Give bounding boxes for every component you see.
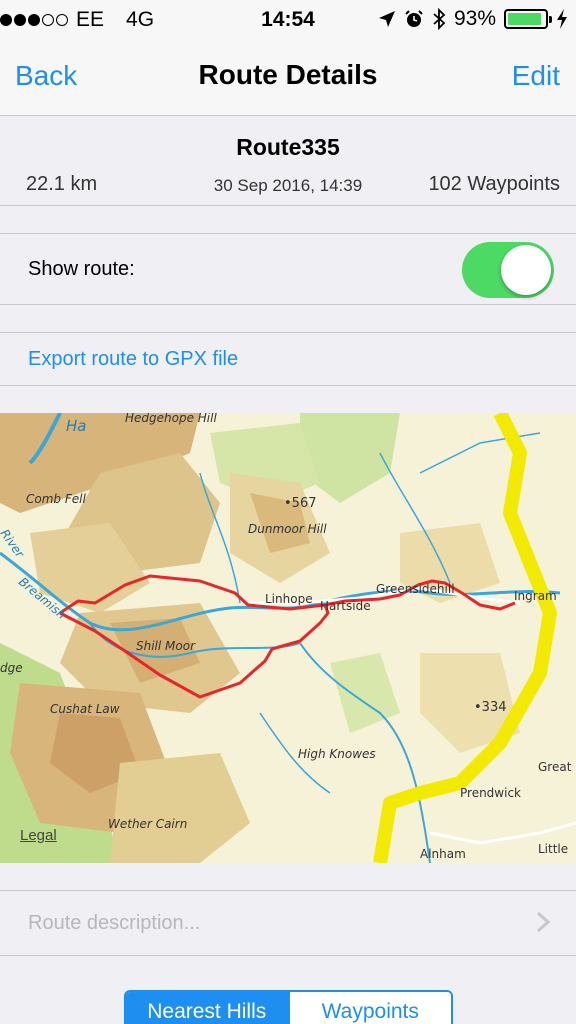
battery-nub xyxy=(549,16,552,23)
map-legal-link[interactable]: Legal xyxy=(20,827,57,844)
map-label-linhope: Linhope xyxy=(265,592,313,606)
export-row: Export route to GPX file xyxy=(0,332,576,386)
map-label-shill-moor: Shill Moor xyxy=(136,639,196,653)
status-right: 93% xyxy=(378,7,568,31)
export-gpx-button[interactable]: Export route to GPX file xyxy=(28,348,238,371)
map-label-ha: Ha xyxy=(66,417,86,435)
map-label-334: •334 xyxy=(474,700,506,715)
toggle-knob xyxy=(501,245,551,295)
map-label-greensidehill: Greensidehill xyxy=(376,582,455,596)
edit-button[interactable]: Edit xyxy=(512,60,560,92)
charging-bolt-icon xyxy=(557,9,567,29)
map-label-wether-cairn: Wether Cairn xyxy=(108,817,187,831)
map-label-comb-fell: Comb Fell xyxy=(26,492,86,506)
route-info: Route335 22.1 km 30 Sep 2016, 14:39 102 … xyxy=(0,117,576,206)
battery-fill xyxy=(508,13,542,25)
map-label-cushat-law: Cushat Law xyxy=(50,702,120,716)
map-label-little: Little xyxy=(538,842,568,856)
map-label-prendwick: Prendwick xyxy=(460,786,521,800)
show-route-row: Show route: xyxy=(0,233,576,305)
map-label-alnham: Alnham xyxy=(420,847,466,861)
route-map[interactable]: Hedgehope Hill Ha Comb Fell •567 Dunmoor… xyxy=(0,413,576,863)
map-label-hartside: Hartside xyxy=(320,599,371,613)
route-name: Route335 xyxy=(236,134,340,160)
map-label-dunmoor: Dunmoor Hill xyxy=(248,522,327,536)
show-route-label: Show route: xyxy=(28,258,135,280)
segmented-control: Nearest Hills Waypoints xyxy=(124,990,453,1024)
map-label-hedgehope: Hedgehope Hill xyxy=(125,413,217,425)
map-graphic: Hedgehope Hill Ha Comb Fell •567 Dunmoor… xyxy=(0,413,576,863)
location-arrow-icon xyxy=(378,11,395,27)
alarm-clock-icon xyxy=(405,10,423,27)
battery-percent: 93% xyxy=(453,7,496,30)
map-label-high-knowes: High Knowes xyxy=(298,747,376,761)
status-bar: EE 4G 14:54 93% xyxy=(0,0,576,40)
chevron-right-icon xyxy=(536,911,550,933)
map-label-567: •567 xyxy=(284,496,316,511)
show-route-toggle[interactable] xyxy=(462,242,554,298)
map-label-ingram: Ingram xyxy=(514,589,557,603)
route-waypoint-count: 102 Waypoints xyxy=(428,173,560,195)
bluetooth-icon xyxy=(433,8,446,30)
segment-waypoints[interactable]: Waypoints xyxy=(287,992,451,1024)
map-label-edge: dge xyxy=(0,661,23,675)
navigation-bar: Back Route Details Edit xyxy=(0,40,576,116)
route-description-placeholder: Route description... xyxy=(28,912,201,934)
map-label-great: Great xyxy=(538,760,572,774)
battery-icon xyxy=(504,9,552,29)
route-description-row[interactable]: Route description... xyxy=(0,890,576,956)
page-title: Route Details xyxy=(198,59,378,90)
segment-nearest-hills[interactable]: Nearest Hills xyxy=(126,992,288,1024)
